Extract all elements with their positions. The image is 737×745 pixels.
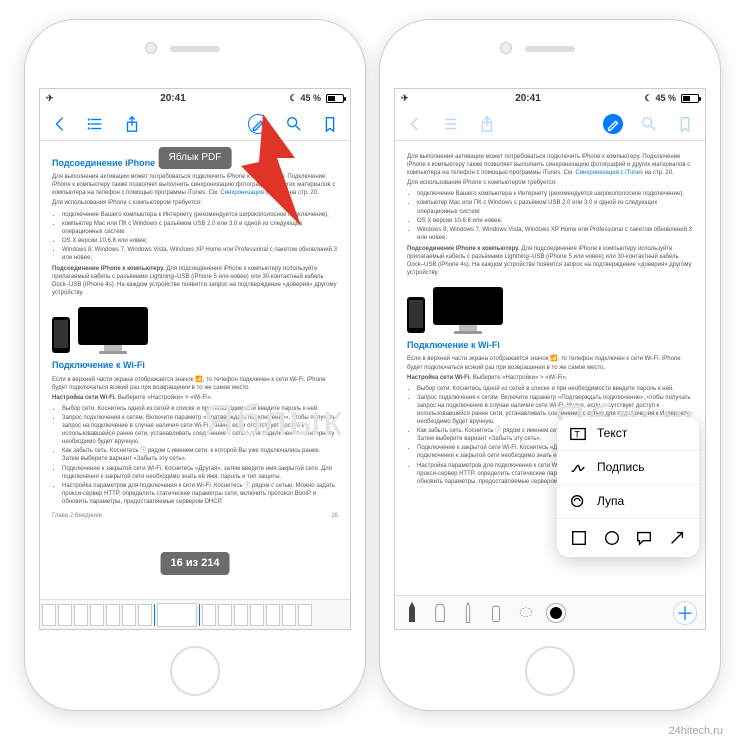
popover-item-magnifier[interactable]: Лупа — [557, 485, 699, 519]
page-thumbnail[interactable] — [298, 604, 312, 626]
search-button[interactable] — [639, 114, 659, 134]
popover-label: Лупа — [597, 493, 624, 509]
popover-shapes-row — [557, 519, 699, 557]
shape-circle-icon[interactable] — [603, 529, 621, 547]
page-thumbnail[interactable] — [282, 604, 296, 626]
battery-text: 45 % — [655, 93, 676, 103]
iphone-graphic — [407, 297, 425, 333]
moon-icon: ☾ — [644, 93, 652, 104]
pdf-page[interactable]: Яблык PDF Подсоединение iPhone Для выпол… — [40, 141, 350, 599]
iphone-graphic — [52, 317, 70, 353]
status-time: 20:41 — [160, 93, 186, 104]
battery-icon — [326, 94, 344, 103]
page-thumbnail[interactable] — [58, 604, 72, 626]
page-thumbnail-current[interactable] — [157, 603, 197, 627]
pdf-page[interactable]: Для выполнения активации может потребова… — [395, 141, 705, 595]
moon-icon: ☾ — [289, 93, 297, 104]
page-thumbnail[interactable] — [266, 604, 280, 626]
popover-item-signature[interactable]: Подпись — [557, 451, 699, 485]
pdf-toolbar — [40, 107, 350, 141]
document-title-tooltip: Яблык PDF — [159, 147, 232, 169]
page-thumbnail[interactable] — [218, 604, 232, 626]
devices-illustration — [52, 303, 338, 353]
popover-label: Текст — [597, 425, 627, 441]
page-thumbnails-strip[interactable] — [40, 599, 350, 629]
link-sync-itunes[interactable]: Синхронизация с iTunes — [575, 170, 643, 176]
page-indicator: 16 из 214 — [161, 552, 230, 575]
shape-square-icon[interactable] — [570, 529, 588, 547]
popover-label: Подпись — [597, 459, 645, 475]
home-button[interactable] — [170, 646, 220, 696]
bookmark-button[interactable] — [675, 114, 695, 134]
iphone-mockup-left: ✈︎ 20:41 ☾ 45 % — [25, 20, 365, 710]
share-button[interactable] — [477, 114, 497, 134]
devices-illustration — [407, 283, 693, 333]
back-button[interactable] — [50, 114, 70, 134]
search-button[interactable] — [284, 114, 304, 134]
color-picker[interactable] — [547, 604, 565, 622]
section-heading: Подключение к Wi-Fi — [52, 359, 338, 371]
status-bar: ✈︎ 20:41 ☾ 45 % — [395, 89, 705, 107]
popover-item-text[interactable]: T Текст — [557, 417, 699, 451]
page-thumbnail[interactable] — [202, 604, 216, 626]
shape-speech-bubble-icon[interactable] — [635, 529, 653, 547]
markup-button[interactable] — [248, 114, 268, 134]
shape-arrow-icon[interactable] — [668, 529, 686, 547]
back-button[interactable] — [405, 114, 425, 134]
magnifier-icon — [569, 493, 587, 511]
requirements-list: подключение Вашего компьютера к Интернет… — [417, 190, 693, 242]
battery-icon — [681, 94, 699, 103]
lasso-tool[interactable] — [515, 600, 537, 626]
page-thumbnail[interactable] — [122, 604, 136, 626]
page-thumbnail[interactable] — [90, 604, 104, 626]
outline-button[interactable] — [86, 114, 106, 134]
source-watermark: 24hitech.ru — [669, 725, 723, 737]
pencil-tool[interactable] — [459, 600, 477, 626]
page-footer: Глава 2 Введение 16 — [52, 512, 338, 520]
battery-text: 45 % — [300, 93, 321, 103]
page-thumbnail[interactable] — [138, 604, 152, 626]
share-button[interactable] — [122, 114, 142, 134]
outline-button[interactable] — [441, 114, 461, 134]
text-box-icon: T — [569, 425, 587, 443]
status-time: 20:41 — [515, 93, 541, 104]
iphone-mockup-right: ✈︎ 20:41 ☾ 45 % — [380, 20, 720, 710]
bookmark-button[interactable] — [320, 114, 340, 134]
add-shape-button[interactable]: ＋ — [673, 601, 697, 625]
eraser-tool[interactable] — [487, 600, 505, 626]
screen-left: ✈︎ 20:41 ☾ 45 % — [39, 88, 351, 630]
page-thumbnail[interactable] — [106, 604, 120, 626]
markup-button-active[interactable] — [603, 114, 623, 134]
pen-tool[interactable] — [403, 600, 421, 626]
page-thumbnail[interactable] — [250, 604, 264, 626]
imac-graphic — [433, 287, 503, 333]
svg-text:T: T — [574, 429, 580, 439]
requirements-list: подключение Вашего компьютера к Интернет… — [62, 211, 338, 263]
add-shape-popover: T Текст Подпись Лупа — [557, 417, 699, 557]
page-thumbnail[interactable] — [234, 604, 248, 626]
status-bar: ✈︎ 20:41 ☾ 45 % — [40, 89, 350, 107]
home-button[interactable] — [525, 646, 575, 696]
section-heading: Подключение к Wi-Fi — [407, 339, 693, 351]
link-sync-itunes[interactable]: Синхронизация с iTunes — [220, 190, 288, 196]
markup-toolbar: ＋ — [395, 595, 705, 629]
pdf-toolbar — [395, 107, 705, 141]
highlighter-tool[interactable] — [431, 600, 449, 626]
signature-icon — [569, 459, 587, 477]
airplane-icon: ✈︎ — [46, 93, 54, 104]
wifi-steps-list: Выбор сети. Коснитесь одной из сетей в с… — [62, 405, 338, 506]
page-thumbnail[interactable] — [42, 604, 56, 626]
imac-graphic — [78, 307, 148, 353]
page-thumbnail[interactable] — [74, 604, 88, 626]
screen-right: ✈︎ 20:41 ☾ 45 % — [394, 88, 706, 630]
airplane-icon: ✈︎ — [401, 93, 409, 104]
